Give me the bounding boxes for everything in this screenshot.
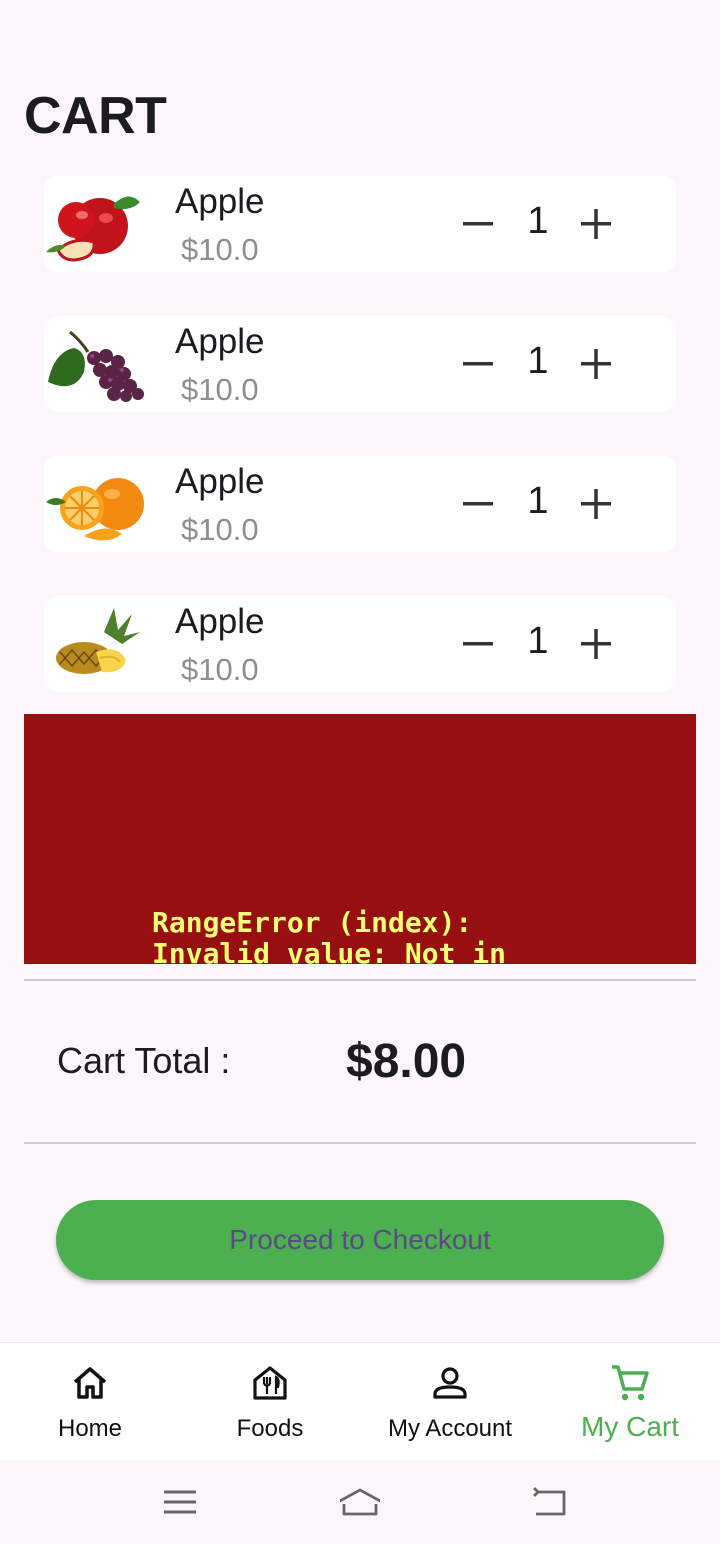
cart-total-value: $8.00: [346, 1035, 467, 1088]
item-name: Apple: [175, 322, 265, 361]
item-name: Apple: [175, 602, 265, 641]
menu-icon[interactable]: [160, 1482, 200, 1522]
divider: [24, 979, 696, 981]
item-name: Apple: [175, 182, 265, 221]
item-price: $10.0: [181, 372, 259, 407]
home-icon: [70, 1363, 110, 1403]
decrease-quantity-button[interactable]: [458, 484, 498, 524]
cart-item: Apple $10.0 1: [44, 456, 676, 552]
quantity-value: 1: [527, 340, 549, 382]
system-navigation-bar: [0, 1460, 720, 1544]
nav-label: Foods: [236, 1415, 304, 1442]
item-price: $10.0: [181, 652, 259, 687]
plus-icon: [581, 349, 611, 379]
nav-label: My Cart: [581, 1411, 679, 1442]
account-icon: [430, 1363, 470, 1403]
cart-icon: [610, 1363, 650, 1403]
increase-quantity-button[interactable]: [576, 484, 616, 524]
error-message: RangeError (index): Invalid value: Not i…: [152, 906, 507, 964]
bottom-navigation: Home Foods My Account My Cart: [0, 1342, 720, 1460]
decrease-quantity-button[interactable]: [458, 204, 498, 244]
nav-label: Home: [57, 1415, 123, 1442]
decrease-quantity-button[interactable]: [458, 624, 498, 664]
quantity-value: 1: [527, 480, 549, 522]
restaurant-icon: [250, 1363, 290, 1403]
plus-icon: [581, 209, 611, 239]
minus-icon: [463, 502, 493, 506]
proceed-to-checkout-button[interactable]: Proceed to Checkout: [56, 1200, 664, 1280]
checkout-label: Proceed to Checkout: [229, 1224, 491, 1255]
plus-icon: [581, 489, 611, 519]
back-icon[interactable]: [528, 1482, 568, 1522]
decrease-quantity-button[interactable]: [458, 344, 498, 384]
nav-item-home[interactable]: Home: [0, 1343, 180, 1461]
grapes-image: [44, 322, 146, 406]
quantity-value: 1: [527, 200, 549, 242]
plus-icon: [581, 629, 611, 659]
minus-icon: [463, 642, 493, 646]
cart-item: Apple $10.0 1: [44, 596, 676, 692]
nav-item-my-cart[interactable]: My Cart: [540, 1343, 720, 1461]
cart-total-label: Cart Total :: [57, 1040, 231, 1081]
cart-item: Apple $10.0 1: [44, 176, 676, 272]
nav-label: My Account: [387, 1415, 513, 1442]
status-bar: [0, 0, 720, 56]
item-name: Apple: [175, 462, 265, 501]
apple-image: [44, 182, 146, 266]
orange-image: [44, 462, 146, 546]
increase-quantity-button[interactable]: [576, 624, 616, 664]
pineapple-image: [44, 602, 146, 686]
nav-item-foods[interactable]: Foods: [180, 1343, 360, 1461]
increase-quantity-button[interactable]: [576, 204, 616, 244]
increase-quantity-button[interactable]: [576, 344, 616, 384]
divider: [24, 1142, 696, 1144]
nav-item-my-account[interactable]: My Account: [360, 1343, 540, 1461]
item-price: $10.0: [181, 512, 259, 547]
minus-icon: [463, 222, 493, 226]
quantity-value: 1: [527, 620, 549, 662]
page-title: CART: [24, 87, 167, 145]
item-price: $10.0: [181, 232, 259, 267]
error-panel: RangeError (index): Invalid value: Not i…: [24, 714, 696, 964]
minus-icon: [463, 362, 493, 366]
home-outline-icon[interactable]: [340, 1482, 380, 1522]
cart-item: Apple $10.0 1: [44, 316, 676, 412]
